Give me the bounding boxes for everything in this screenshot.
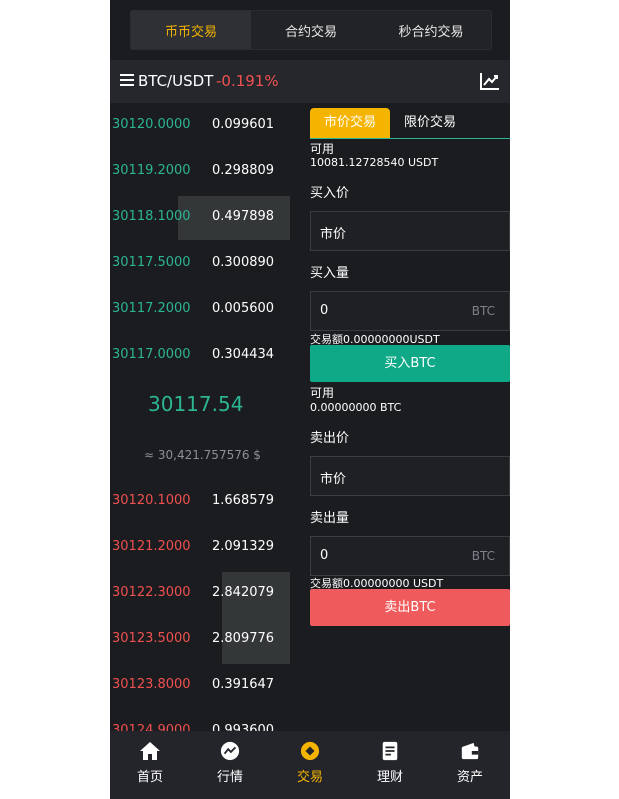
buy-order-row[interactable]: 30120.0000 0.099601: [110, 103, 305, 149]
order-qty: 2.809776: [212, 631, 275, 646]
buy-price-value: 市价: [320, 227, 347, 242]
order-qty: 1.668579: [212, 493, 275, 508]
sell-order-row[interactable]: 30123.5000 2.809776: [110, 617, 305, 663]
buy-button[interactable]: 买入BTC: [310, 345, 510, 382]
menu-icon[interactable]: [120, 74, 134, 87]
buy-qty-input[interactable]: 0 BTC: [310, 291, 510, 331]
approx-usd-price: ≈ 30,421.757576 $: [144, 448, 261, 462]
nav-label: 首页: [136, 770, 163, 785]
nav-label: 理财: [376, 770, 403, 785]
order-qty: 0.099601: [212, 117, 275, 132]
sell-order-row[interactable]: 30122.3000 2.842079: [110, 571, 305, 617]
sell-order-row[interactable]: 30123.8000 0.391647: [110, 663, 305, 709]
home-icon: [140, 742, 160, 760]
wallet-icon: [461, 742, 479, 760]
buy-order-row[interactable]: 30117.2000 0.005600: [110, 287, 305, 333]
nav-label: 行情: [216, 770, 243, 785]
pair-bar: BTC/USDT -0.191%: [110, 60, 510, 103]
buy-qty-value: 0: [320, 303, 329, 318]
nav-label: 交易: [296, 770, 323, 785]
tab-market-order[interactable]: 市价交易: [310, 108, 390, 138]
nav-assets[interactable]: 资产: [430, 731, 510, 799]
available-btc: 0.00000000 BTC: [310, 401, 402, 414]
buy-price-field[interactable]: 市价: [310, 211, 510, 251]
buy-order-row[interactable]: 30117.5000 0.300890: [110, 241, 305, 287]
order-qty: 0.300890: [212, 255, 275, 270]
bottom-nav: 首页 行情 交易 理财 资产: [110, 731, 510, 799]
order-price: 30120.1000: [112, 493, 191, 508]
sell-price-label: 卖出价: [310, 431, 350, 446]
tab-second-contract[interactable]: 秒合约交易: [371, 11, 491, 49]
order-qty: 2.091329: [212, 539, 275, 554]
order-qty: 2.842079: [212, 585, 275, 600]
sell-price-field[interactable]: 市价: [310, 456, 510, 496]
order-qty: 0.298809: [212, 163, 275, 178]
order-price: 30123.8000: [112, 677, 191, 692]
buy-qty-unit: BTC: [471, 304, 495, 318]
available-label: 可用: [310, 142, 335, 156]
document-icon: [382, 741, 398, 761]
available-label: 可用: [310, 386, 335, 400]
tab-limit-order[interactable]: 限价交易: [390, 108, 470, 138]
top-tabs: 币币交易 合约交易 秒合约交易: [130, 10, 492, 50]
order-price: 30120.0000: [112, 117, 191, 132]
trend-icon: [220, 741, 240, 761]
order-price: 30123.5000: [112, 631, 191, 646]
buy-order-row[interactable]: 30118.1000 0.497898: [110, 195, 305, 241]
order-price: 30119.2000: [112, 163, 191, 178]
sell-qty-value: 0: [320, 548, 329, 563]
trade-icon: [300, 741, 320, 761]
sell-qty-input[interactable]: 0 BTC: [310, 536, 510, 576]
buy-order-row[interactable]: 30119.2000 0.298809: [110, 149, 305, 195]
pair-change: -0.191%: [216, 72, 279, 90]
buy-price-label: 买入价: [310, 186, 350, 201]
nav-label: 资产: [456, 770, 483, 785]
available-usdt: 10081.12728540 USDT: [310, 156, 439, 169]
sell-button[interactable]: 卖出BTC: [310, 589, 510, 626]
order-qty: 0.391647: [212, 677, 275, 692]
nav-finance[interactable]: 理财: [350, 731, 430, 799]
order-price: 30121.2000: [112, 539, 191, 554]
sell-order-row[interactable]: 30121.2000 2.091329: [110, 525, 305, 571]
phone-screen: 币币交易 合约交易 秒合约交易 BTC/USDT -0.191% 30120.0…: [110, 0, 510, 799]
order-qty: 0.304434: [212, 347, 275, 362]
tab-contract-trading[interactable]: 合约交易: [251, 11, 371, 49]
order-price: 30118.1000: [112, 209, 191, 224]
sell-price-value: 市价: [320, 472, 347, 487]
buy-order-row[interactable]: 30117.0000 0.304434: [110, 333, 305, 379]
sell-qty-label: 卖出量: [310, 511, 350, 526]
chart-icon[interactable]: [480, 72, 500, 90]
order-price: 30117.0000: [112, 347, 191, 362]
nav-market[interactable]: 行情: [190, 731, 270, 799]
nav-home[interactable]: 首页: [110, 731, 190, 799]
last-price: 30117.54: [148, 392, 244, 416]
trade-type-tabs: 市价交易 限价交易: [310, 108, 510, 139]
nav-trade[interactable]: 交易: [270, 731, 350, 799]
order-book: 30120.0000 0.099601 30119.2000 0.298809 …: [110, 103, 305, 738]
order-price: 30117.2000: [112, 301, 191, 316]
sell-order-row[interactable]: 30120.1000 1.668579: [110, 479, 305, 525]
order-qty: 0.497898: [212, 209, 275, 224]
buy-qty-label: 买入量: [310, 266, 350, 281]
sell-qty-unit: BTC: [471, 549, 495, 563]
order-qty: 0.005600: [212, 301, 275, 316]
tab-spot-trading[interactable]: 币币交易: [131, 11, 251, 49]
pair-name[interactable]: BTC/USDT: [138, 72, 213, 90]
order-price: 30117.5000: [112, 255, 191, 270]
order-price: 30122.3000: [112, 585, 191, 600]
